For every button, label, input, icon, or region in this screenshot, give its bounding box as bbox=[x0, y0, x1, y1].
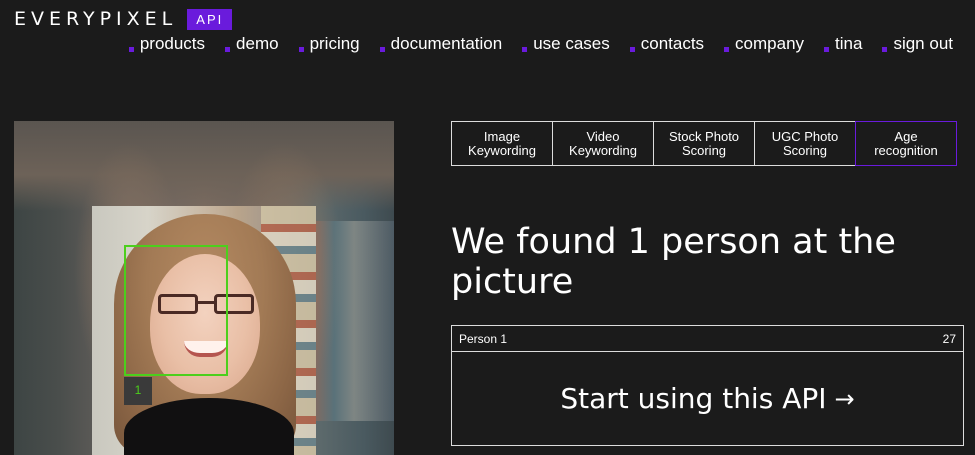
tab-label: UGC Photo Scoring bbox=[771, 128, 839, 158]
nav-item-pricing[interactable]: pricing bbox=[298, 34, 360, 54]
logo[interactable]: EVERYPIXEL API bbox=[14, 8, 233, 30]
tab-label: Stock Photo Scoring bbox=[668, 128, 740, 158]
nav-item-user[interactable]: tina bbox=[824, 34, 862, 54]
uploaded-photo: 1 bbox=[14, 121, 394, 455]
nav-item-label: use cases bbox=[533, 34, 610, 53]
nav-item-label: demo bbox=[236, 34, 279, 53]
main-nav: products demo pricing documentation use … bbox=[128, 32, 953, 54]
nav-item-documentation[interactable]: documentation bbox=[379, 34, 503, 54]
bullet-square-icon bbox=[128, 47, 134, 52]
tab-ugc-photo-scoring[interactable]: UGC Photo Scoring bbox=[754, 121, 856, 166]
face-detection-box bbox=[124, 245, 228, 376]
tab-video-keywording[interactable]: Video Keywording bbox=[552, 121, 654, 166]
bullet-square-icon bbox=[298, 47, 304, 52]
nav-item-label: pricing bbox=[309, 34, 360, 53]
arrow-right-icon: → bbox=[834, 384, 855, 413]
cta-label: Start using this API bbox=[560, 382, 827, 415]
person-age-value: 27 bbox=[942, 331, 956, 346]
nav-item-company[interactable]: company bbox=[724, 34, 804, 54]
nav-item-label: tina bbox=[835, 34, 863, 53]
nav-item-demo[interactable]: demo bbox=[225, 34, 279, 54]
logo-wordmark: EVERYPIXEL bbox=[14, 8, 178, 30]
bullet-square-icon bbox=[225, 47, 231, 52]
bullet-square-icon bbox=[522, 47, 528, 52]
tab-stock-photo-scoring[interactable]: Stock Photo Scoring bbox=[653, 121, 755, 166]
api-tabs: Image Keywording Video Keywording Stock … bbox=[451, 121, 957, 166]
tab-label: Age recognition bbox=[874, 128, 938, 158]
face-detection-label: 1 bbox=[124, 377, 152, 405]
tab-label: Image Keywording bbox=[468, 128, 536, 158]
tab-age-recognition[interactable]: Age recognition bbox=[855, 121, 957, 166]
nav-item-label: contacts bbox=[640, 34, 705, 53]
nav-item-contacts[interactable]: contacts bbox=[629, 34, 705, 54]
bullet-square-icon bbox=[379, 47, 385, 52]
bullet-square-icon bbox=[724, 47, 730, 52]
logo-api-badge: API bbox=[187, 8, 233, 30]
nav-item-label: sign out bbox=[893, 34, 953, 53]
person-result-row: Person 1 27 bbox=[451, 325, 964, 352]
bullet-square-icon bbox=[629, 47, 635, 52]
tab-image-keywording[interactable]: Image Keywording bbox=[451, 121, 553, 166]
nav-item-products[interactable]: products bbox=[128, 34, 206, 54]
start-using-api-button[interactable]: Start using this API → bbox=[451, 351, 964, 446]
bullet-square-icon bbox=[882, 47, 888, 52]
nav-item-sign-out[interactable]: sign out bbox=[882, 34, 953, 54]
tab-label: Video Keywording bbox=[569, 128, 637, 158]
nav-item-label: products bbox=[139, 34, 206, 53]
result-headline: We found 1 person at the picture bbox=[451, 222, 896, 302]
bullet-square-icon bbox=[824, 47, 830, 52]
nav-item-label: company bbox=[735, 34, 805, 53]
nav-item-use-cases[interactable]: use cases bbox=[522, 34, 610, 54]
nav-item-label: documentation bbox=[390, 34, 503, 53]
person-label: Person 1 bbox=[459, 331, 508, 346]
